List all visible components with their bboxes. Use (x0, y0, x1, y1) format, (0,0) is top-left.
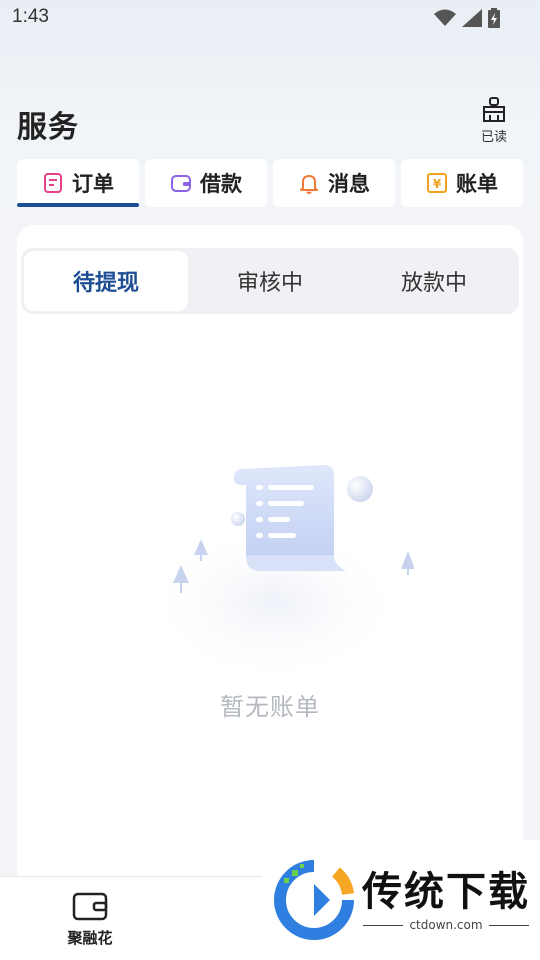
tab-message-label: 消息 (328, 172, 370, 196)
empty-state-text: 暂无账单 (220, 693, 320, 721)
nav-home[interactable]: 聚融花 (45, 891, 135, 948)
main-card: 待提现 审核中 放款中 暂无账单 (17, 225, 523, 885)
status-bar: 1:43 (0, 0, 540, 36)
tab-bill[interactable]: ¥ 账单 (401, 159, 523, 207)
bell-icon (300, 175, 318, 194)
watermark-url-row: ctdown.com (363, 918, 529, 932)
tab-loan-label: 借款 (200, 172, 242, 196)
mark-read-button[interactable]: 已读 (478, 96, 510, 145)
tab-order-label: 订单 (72, 172, 114, 196)
order-icon (44, 173, 62, 193)
wifi-icon (434, 9, 456, 26)
status-tabs: 待提现 审核中 放款中 (21, 248, 519, 314)
mark-read-label: 已读 (480, 130, 507, 145)
tab-order[interactable]: 订单 (17, 159, 139, 207)
tab-pending-withdraw[interactable]: 待提现 (24, 251, 188, 311)
tab-loan[interactable]: 借款 (145, 159, 267, 207)
signal-icon (462, 9, 482, 27)
status-time: 1:43 (12, 6, 49, 27)
wallet-icon (171, 175, 191, 192)
tab-message[interactable]: 消息 (273, 159, 395, 207)
yuan-bill-icon: ¥ (427, 173, 447, 193)
tab-under-review[interactable]: 审核中 (188, 251, 352, 311)
battery-icon (488, 8, 500, 28)
tab-disbursing[interactable]: 放款中 (352, 251, 516, 311)
empty-bill-illustration (144, 465, 414, 683)
watermark-brand: 传统下载 (362, 869, 530, 915)
tab-bill-label: 账单 (456, 172, 498, 196)
svg-text:¥: ¥ (433, 177, 442, 191)
nav-home-label: 聚融花 (67, 929, 113, 947)
wallet-icon (72, 892, 108, 921)
watermark: 传统下载 ctdown.com (262, 840, 540, 960)
status-icons (434, 8, 500, 28)
broom-icon (483, 97, 505, 122)
category-tabs: 订单 借款 消息 ¥ 账单 (17, 159, 523, 207)
watermark-url: ctdown.com (409, 918, 483, 932)
ctdown-logo (274, 860, 354, 940)
page-title: 服务 (17, 110, 79, 145)
